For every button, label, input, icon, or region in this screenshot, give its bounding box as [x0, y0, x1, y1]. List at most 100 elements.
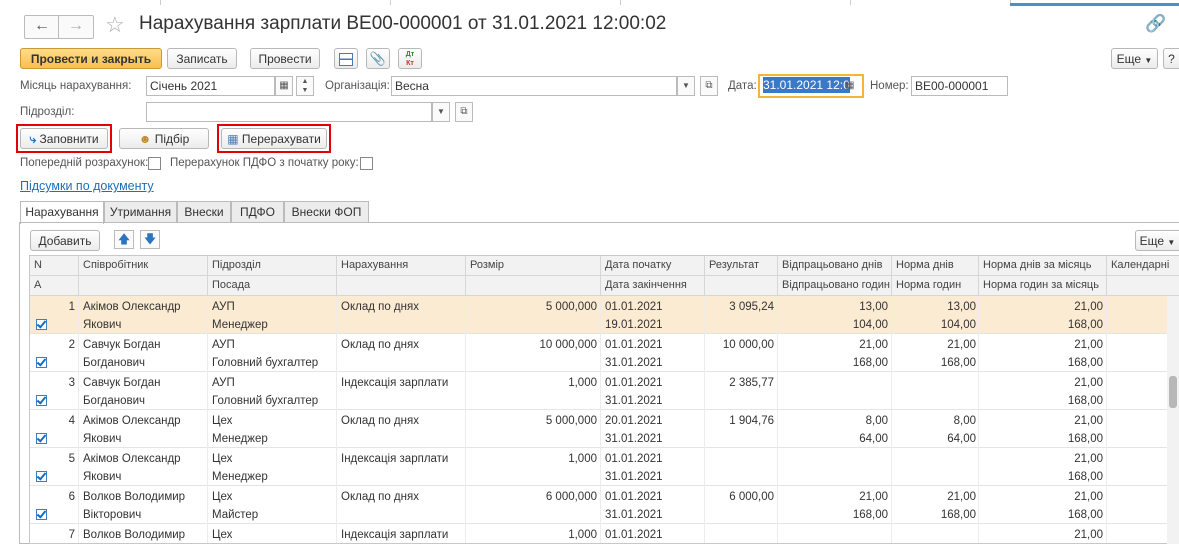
- row-active-checkbox[interactable]: [36, 509, 47, 520]
- row-active-checkbox[interactable]: [36, 357, 47, 368]
- organization-field[interactable]: Весна: [391, 76, 677, 96]
- tab-accruals[interactable]: Нарахування: [20, 201, 104, 224]
- header-size[interactable]: Розмір: [466, 256, 601, 276]
- calendar-icon[interactable]: ▦: [845, 80, 854, 91]
- organization-dropdown[interactable]: ▼: [677, 76, 695, 96]
- table-row[interactable]: 7 Волков Володимир Цех Індексація зарплати 1…: [30, 524, 1168, 543]
- column-separator: [978, 524, 979, 543]
- save-button[interactable]: Записать: [167, 48, 237, 69]
- tab-fop-contributions[interactable]: Внески ФОП: [284, 201, 369, 223]
- window-tab[interactable]: [620, 0, 851, 5]
- tab-pdfo[interactable]: ПДФО: [231, 201, 284, 223]
- add-row-button[interactable]: Добавить: [30, 230, 100, 251]
- header-worked-days[interactable]: Відпрацьовано днів: [778, 256, 892, 276]
- help-button[interactable]: ?: [1163, 48, 1179, 69]
- fill-button[interactable]: ⤷ Заповнити: [20, 128, 108, 149]
- number-field[interactable]: ВЕ00-000001: [911, 76, 1008, 96]
- cell-wd: 13,00: [859, 301, 888, 313]
- department-open-button[interactable]: ⧉: [455, 102, 473, 122]
- table-row[interactable]: 4 Акімов Олександр Якович Цех Менеджер Оклад …: [30, 410, 1168, 448]
- page-title: Нарахування зарплати ВЕ00-000001 от 31.0…: [139, 13, 667, 34]
- cell-nd: 13,00: [947, 301, 976, 313]
- header-sub-size[interactable]: [466, 276, 601, 296]
- more-label: Еще: [1116, 52, 1142, 66]
- column-separator: [891, 372, 892, 410]
- department-dropdown[interactable]: ▼: [432, 102, 450, 122]
- department-field[interactable]: [146, 102, 432, 122]
- window-tab[interactable]: [850, 0, 1011, 5]
- header-sub-calendar[interactable]: [1107, 276, 1179, 296]
- header-calendar[interactable]: Календарні: [1107, 256, 1179, 276]
- header-sub-result[interactable]: [705, 276, 778, 296]
- header-employee[interactable]: Співробітник: [79, 256, 208, 276]
- header-norm-days-month[interactable]: Норма днів за місяць: [979, 256, 1107, 276]
- accruals-table: N Співробітник Підрозділ Нарахування Розмір Д…: [29, 255, 1179, 544]
- header-sub-n[interactable]: A: [30, 276, 79, 296]
- window-tab[interactable]: [390, 0, 621, 5]
- structure-button[interactable]: [334, 48, 358, 69]
- header-sub-department[interactable]: Посада: [208, 276, 337, 296]
- header-norm-days[interactable]: Норма днів: [892, 256, 979, 276]
- table-row[interactable]: 1 Акімов Олександр Якович АУП Менеджер Оклад …: [30, 296, 1168, 334]
- header-sub-employee[interactable]: [79, 276, 208, 296]
- window-tab[interactable]: [160, 0, 391, 5]
- table-row[interactable]: 3 Савчук Богдан Богданович АУП Головний бухг…: [30, 372, 1168, 410]
- move-up-button[interactable]: 🡅: [114, 230, 134, 249]
- column-separator: [600, 524, 601, 543]
- pdfo-recalc-checkbox[interactable]: [360, 157, 373, 170]
- calculator-icon: ▦: [227, 132, 239, 146]
- forward-button[interactable]: →: [58, 15, 94, 39]
- header-department[interactable]: Підрозділ: [208, 256, 337, 276]
- tab-deductions[interactable]: Утримання: [104, 201, 177, 223]
- header-accrual[interactable]: Нарахування: [337, 256, 466, 276]
- row-active-checkbox[interactable]: [36, 433, 47, 444]
- month-field[interactable]: Січень 2021: [146, 76, 275, 96]
- document-totals-link[interactable]: Підсумки по документу: [20, 179, 154, 193]
- month-stepper[interactable]: ▲ ▼: [296, 76, 314, 96]
- column-separator: [1106, 372, 1107, 410]
- attach-button[interactable]: 📎: [366, 48, 390, 69]
- favorite-star-icon[interactable]: ☆: [105, 12, 125, 38]
- table-row[interactable]: 5 Акімов Олександр Якович Цех Менеджер Індекс…: [30, 448, 1168, 486]
- pick-button[interactable]: ☻ Підбір: [119, 128, 209, 149]
- cell-ndm: 21,00: [1074, 377, 1103, 389]
- window-tab[interactable]: [0, 0, 161, 5]
- header-sub-worked-days[interactable]: Відпрацьовано годин: [778, 276, 892, 296]
- link-icon[interactable]: 🔗: [1145, 14, 1166, 34]
- table-row[interactable]: 2 Савчук Богдан Богданович АУП Головний бухг…: [30, 334, 1168, 372]
- column-separator: [1106, 410, 1107, 448]
- more-menu-button[interactable]: Еще ▼: [1111, 48, 1158, 69]
- row-active-checkbox[interactable]: [36, 319, 47, 330]
- row-number: 4: [68, 415, 75, 427]
- tab-contributions[interactable]: Внески: [177, 201, 231, 223]
- scrollbar-thumb[interactable]: [1169, 376, 1177, 408]
- header-sub-norm-days[interactable]: Норма годин: [892, 276, 979, 296]
- cell-end: 31.01.2021: [605, 357, 663, 369]
- table-row[interactable]: 6 Волков Володимир Вікторович Цех Майстер Окл…: [30, 486, 1168, 524]
- move-down-button[interactable]: 🡇: [140, 230, 160, 249]
- column-separator: [978, 372, 979, 410]
- post-button[interactable]: Провести: [250, 48, 320, 69]
- column-separator: [777, 334, 778, 372]
- cell-pos: Менеджер: [212, 433, 268, 445]
- header-start-date[interactable]: Дата початку: [601, 256, 705, 276]
- post-and-close-button[interactable]: Провести и закрыть: [20, 48, 162, 69]
- table-more-button[interactable]: Еще ▼: [1135, 230, 1179, 251]
- header-sub-norm-days-month[interactable]: Норма годин за місяць: [979, 276, 1107, 296]
- calendar-button[interactable]: ▦: [275, 76, 293, 96]
- people-icon: ☻: [138, 132, 152, 146]
- vertical-scrollbar[interactable]: [1167, 296, 1179, 544]
- header-result[interactable]: Результат: [705, 256, 778, 276]
- dt-kt-button[interactable]: Дт Кт: [398, 48, 422, 69]
- header-n[interactable]: N: [30, 256, 79, 276]
- header-sub-start-date[interactable]: Дата закінчення: [601, 276, 705, 296]
- row-active-checkbox[interactable]: [36, 471, 47, 482]
- back-button[interactable]: ←: [24, 15, 60, 39]
- row-active-checkbox[interactable]: [36, 395, 47, 406]
- prelim-calc-checkbox[interactable]: [148, 157, 161, 170]
- organization-open-button[interactable]: ⧉: [700, 76, 718, 96]
- recalculate-button[interactable]: ▦ Перерахувати: [221, 128, 327, 149]
- cell-start: 01.01.2021: [605, 529, 663, 541]
- header-sub-accrual[interactable]: [337, 276, 466, 296]
- cell-emp1: Волков Володимир: [83, 529, 186, 541]
